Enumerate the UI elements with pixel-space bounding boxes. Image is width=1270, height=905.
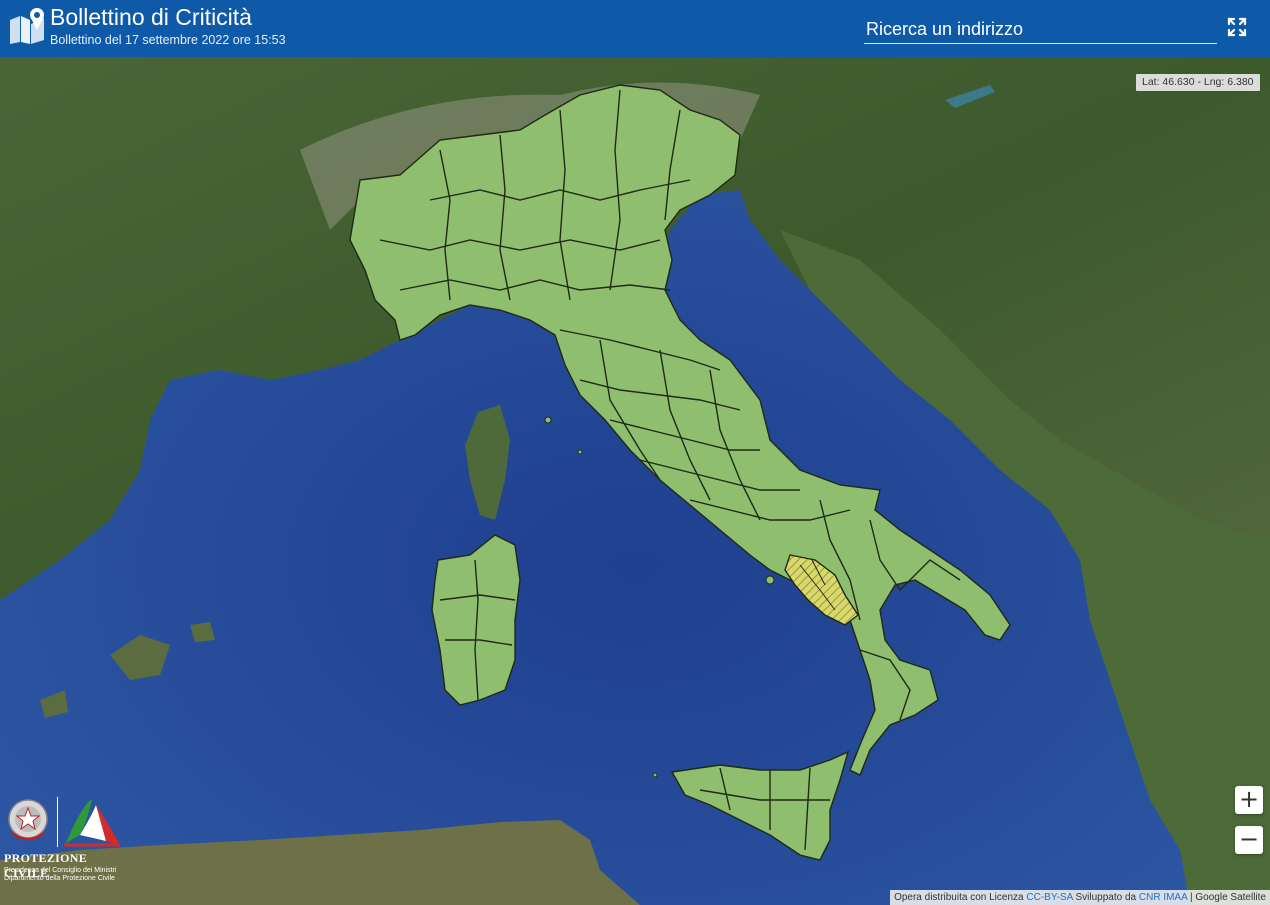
map-canvas[interactable] xyxy=(0,57,1270,905)
attribution-prefix: Opera distribuita con Licenza xyxy=(894,892,1024,903)
developer-link[interactable]: CNR IMAA xyxy=(1139,892,1187,903)
fullscreen-icon[interactable] xyxy=(1226,16,1248,38)
app-header: Bollettino di Criticità Bollettino del 1… xyxy=(0,0,1270,57)
zoom-out-button[interactable]: − xyxy=(1235,826,1263,854)
cursor-coordinates: Lat: 46.630 - Lng: 6.380 xyxy=(1136,74,1260,91)
agency-line-1: Presidenza del Consiglio dei Ministri xyxy=(4,867,117,874)
license-link[interactable]: CC-BY-SA xyxy=(1026,892,1072,903)
satellite-basemap xyxy=(0,57,1270,905)
agency-line-2: Dipartimento della Protezione Civile xyxy=(4,875,115,882)
bulletin-date: Bollettino del 17 settembre 2022 ore 15:… xyxy=(50,33,286,47)
attribution-separator: | xyxy=(1190,892,1193,903)
attribution-base: Google Satellite xyxy=(1195,892,1266,903)
page-title: Bollettino di Criticità xyxy=(50,4,252,30)
republic-emblem-icon xyxy=(8,799,48,841)
map-attribution: Opera distribuita con Licenza CC-BY-SA S… xyxy=(890,890,1270,905)
logo-divider xyxy=(57,797,58,847)
agency-logo: PROTEZIONE CIVILE Presidenza del Consigl… xyxy=(4,795,128,890)
zoom-in-button[interactable]: + xyxy=(1235,786,1263,814)
sardinia xyxy=(431,534,521,706)
map-pin-icon xyxy=(10,8,44,44)
protezione-civile-mark-icon xyxy=(64,799,120,847)
address-search-input[interactable] xyxy=(864,16,1217,44)
attribution-developed: Sviluppato da xyxy=(1075,892,1137,903)
